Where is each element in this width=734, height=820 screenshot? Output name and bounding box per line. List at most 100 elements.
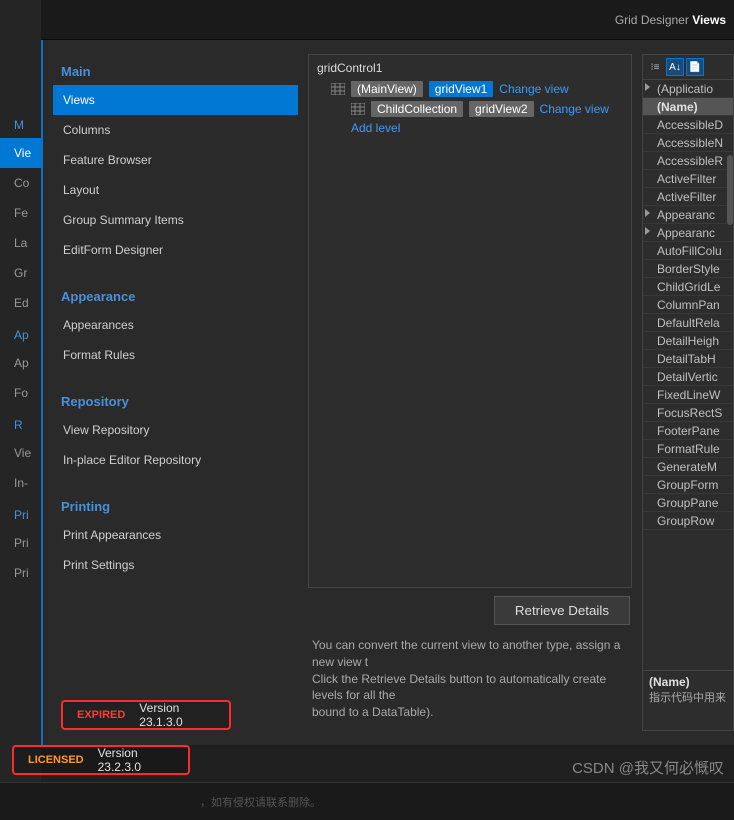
property-label: FocusRectS: [657, 406, 722, 420]
property-row[interactable]: AutoFillColu: [643, 242, 733, 260]
change-view-link[interactable]: Change view: [499, 82, 568, 96]
property-row[interactable]: Appearanc: [643, 224, 733, 242]
property-label: DetailVertic: [657, 370, 718, 384]
expired-label: EXPIRED: [77, 709, 125, 721]
property-list[interactable]: (Applicatio (Name) AccessibleD AccessibleN A…: [643, 80, 733, 670]
property-row[interactable]: (Name): [643, 98, 733, 116]
property-label: DetailHeigh: [657, 334, 719, 348]
change-view-link[interactable]: Change view: [540, 102, 609, 116]
property-label: FormatRule: [657, 442, 720, 456]
tree-row-mainview[interactable]: (MainView) gridView1 Change view: [317, 81, 623, 97]
property-row[interactable]: DetailTabH: [643, 350, 733, 368]
property-row[interactable]: AccessibleR: [643, 152, 733, 170]
property-row[interactable]: GenerateM: [643, 458, 733, 476]
grid-icon: [351, 103, 365, 115]
bg-item: La: [0, 228, 41, 258]
add-level-link[interactable]: Add level: [351, 121, 400, 135]
property-label: FooterPane: [657, 424, 720, 438]
bg-header: M: [0, 118, 41, 138]
property-row[interactable]: DefaultRela: [643, 314, 733, 332]
property-label: AccessibleN: [657, 136, 723, 150]
property-row[interactable]: ActiveFilter: [643, 170, 733, 188]
property-row[interactable]: FormatRule: [643, 440, 733, 458]
property-label: AccessibleD: [657, 118, 723, 132]
nav-item-appearances[interactable]: Appearances: [53, 310, 298, 340]
scrollbar-thumb[interactable]: [727, 155, 733, 225]
property-row[interactable]: AccessibleD: [643, 116, 733, 134]
bg-item: Pri: [0, 558, 41, 588]
property-row[interactable]: ColumnPan: [643, 296, 733, 314]
property-label: (Name): [657, 100, 698, 114]
bg-item: In-: [0, 468, 41, 498]
retrieve-details-button[interactable]: Retrieve Details: [494, 596, 630, 625]
nav-item-print-appearances[interactable]: Print Appearances: [53, 520, 298, 550]
property-row[interactable]: (Applicatio: [643, 80, 733, 98]
property-row[interactable]: Appearanc: [643, 206, 733, 224]
nav-item-editform-designer[interactable]: EditForm Designer: [53, 235, 298, 265]
licensed-label: LICENSED: [28, 754, 84, 766]
expand-caret-icon[interactable]: [645, 83, 650, 91]
property-row[interactable]: FocusRectS: [643, 404, 733, 422]
tree-row-addlevel[interactable]: Add level: [317, 121, 623, 135]
nav-item-inplace-editor[interactable]: In-place Editor Repository: [53, 445, 298, 475]
nav-item-print-settings[interactable]: Print Settings: [53, 550, 298, 580]
property-row[interactable]: GroupRow: [643, 512, 733, 530]
property-row[interactable]: BorderStyle: [643, 260, 733, 278]
nav-item-group-summary[interactable]: Group Summary Items: [53, 205, 298, 235]
toolbar-props-icon[interactable]: 📄: [686, 58, 704, 76]
bg-header: Ap: [0, 328, 41, 348]
toolbar-categorized-icon[interactable]: ⁝≡: [646, 58, 664, 76]
property-row[interactable]: DetailHeigh: [643, 332, 733, 350]
property-row[interactable]: ChildGridLe: [643, 278, 733, 296]
tree-row-child[interactable]: ChildCollection gridView2 Change view: [317, 101, 623, 117]
property-row[interactable]: GroupPane: [643, 494, 733, 512]
nav-item-view-repository[interactable]: View Repository: [53, 415, 298, 445]
prop-desc-text: 指示代码中用来: [649, 689, 727, 705]
bg-item: Gr: [0, 258, 41, 288]
background-sidebar: M Vie Co Fe La Gr Ed Ap Ap Fo R Vie In- …: [0, 0, 41, 820]
property-row[interactable]: ActiveFilter: [643, 188, 733, 206]
childcollection-tag: ChildCollection: [371, 101, 463, 117]
property-label: GenerateM: [657, 460, 717, 474]
nav-item-format-rules[interactable]: Format Rules: [53, 340, 298, 370]
nav-item-layout[interactable]: Layout: [53, 175, 298, 205]
bg-item: Pri: [0, 528, 41, 558]
gridview1-tag[interactable]: gridView1: [429, 81, 493, 97]
property-row[interactable]: DetailVertic: [643, 368, 733, 386]
property-label: GroupPane: [657, 496, 718, 510]
nav-section-appearance: Appearance: [53, 283, 298, 310]
nav-item-feature-browser[interactable]: Feature Browser: [53, 145, 298, 175]
gridview2-tag[interactable]: gridView2: [469, 101, 533, 117]
bg-item: Ed: [0, 288, 41, 318]
nav-section-main: Main: [53, 58, 298, 85]
property-label: ChildGridLe: [657, 280, 720, 294]
expired-version: Version 23.1.3.0: [139, 701, 215, 729]
tree-root: gridControl1: [317, 61, 623, 75]
bg-item: Vie: [0, 138, 41, 168]
watermark: CSDN @我又何必慨叹: [572, 757, 724, 778]
property-description: (Name) 指示代码中用来: [643, 670, 733, 730]
property-row[interactable]: FixedLineW: [643, 386, 733, 404]
property-label: ColumnPan: [657, 298, 720, 312]
nav-item-views[interactable]: Views: [53, 85, 298, 115]
bg-header: Pri: [0, 508, 41, 528]
property-label: Appearanc: [657, 226, 715, 240]
property-grid: ⁝≡ A↓ 📄 (Applicatio (Name) AccessibleD Acce…: [642, 54, 734, 731]
property-label: AutoFillColu: [657, 244, 722, 258]
bg-item: Vie: [0, 438, 41, 468]
nav-item-columns[interactable]: Columns: [53, 115, 298, 145]
property-row[interactable]: FooterPane: [643, 422, 733, 440]
expand-caret-icon[interactable]: [645, 209, 650, 217]
property-label: AccessibleR: [657, 154, 723, 168]
toolbar-alpha-icon[interactable]: A↓: [666, 58, 684, 76]
nav-section-repository: Repository: [53, 388, 298, 415]
property-toolbar: ⁝≡ A↓ 📄: [643, 55, 733, 80]
bg-item: Fo: [0, 378, 41, 408]
property-row[interactable]: GroupForm: [643, 476, 733, 494]
property-row[interactable]: AccessibleN: [643, 134, 733, 152]
expand-caret-icon[interactable]: [645, 227, 650, 235]
hint-text: You can convert the current view to anot…: [308, 627, 632, 731]
property-label: DetailTabH: [657, 352, 716, 366]
license-expired-box: EXPIRED Version 23.1.3.0: [61, 700, 231, 730]
mainview-tag: (MainView): [351, 81, 423, 97]
